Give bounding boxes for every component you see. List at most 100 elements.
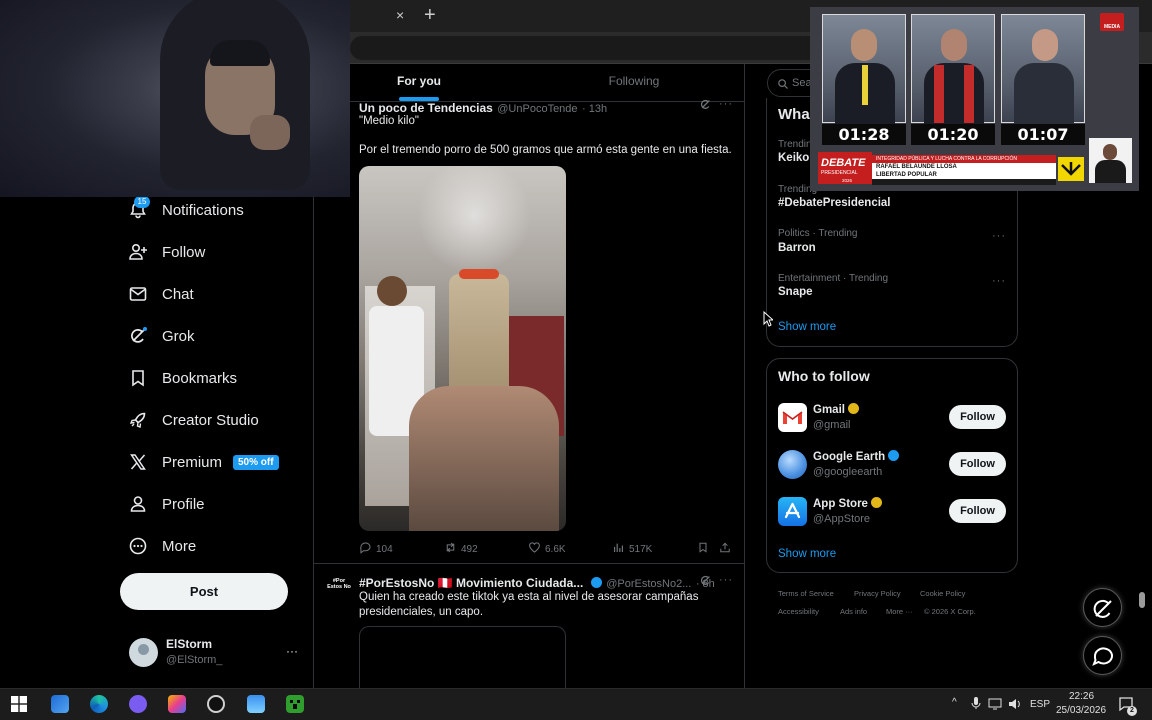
grok-icon[interactable] [699,98,712,116]
wtf-name[interactable]: Gmail [813,403,859,416]
tweet-time[interactable]: · 13h [582,103,607,115]
views-button[interactable]: 517K [612,541,652,557]
tab-for-you[interactable]: For you [360,74,478,90]
who-to-follow-show-more-link[interactable]: Show more [778,548,836,560]
nav-label: Grok [162,327,195,345]
tray-chevron-icon[interactable]: ^ [952,697,957,708]
footer-privacy-link[interactable]: Privacy Policy [854,589,901,598]
banner-topic: INTEGRIDAD PÚBLICA Y LUCHA CONTRA LA COR… [872,155,1056,163]
tweet-video[interactable] [359,166,566,531]
wtf-name[interactable]: App Store [813,497,882,510]
copilot-icon[interactable] [168,695,186,713]
nav-grok[interactable]: Grok [128,321,195,351]
footer-terms-link[interactable]: Terms of Service [778,589,834,598]
grok-icon[interactable] [699,574,712,592]
speaking-timer: 01:07 [1001,124,1085,145]
tab-following[interactable]: Following [575,74,693,90]
new-tab-button[interactable]: + [424,4,440,26]
trend-item[interactable]: Snape [778,286,813,298]
bar-chart-icon [612,541,625,557]
footer-accessibility-link[interactable]: Accessibility [778,607,819,616]
nav-more[interactable]: More [128,531,196,561]
clock-time[interactable]: 22:26 [1069,691,1094,702]
microphone-icon[interactable] [971,696,981,715]
tweet-author-name[interactable]: #PorEstosNo 🇵🇪 Movimiento Ciudada... [359,576,583,590]
avatar[interactable] [129,638,158,667]
nav-follow[interactable]: Follow [128,237,205,267]
scrollbar-thumb[interactable] [1139,592,1145,608]
premium-discount-badge: 50% off [233,455,279,470]
candidate-video [822,14,906,125]
nav-label: Creator Studio [162,411,259,429]
tweet-author-handle[interactable]: @PorEstosNo2... [606,578,691,590]
tab-close-button[interactable]: × [396,7,410,25]
trend-meta: Politics · Trending [778,228,858,239]
trend-more-icon[interactable]: ··· [992,230,1006,242]
obs-icon[interactable] [207,695,225,713]
reply-button[interactable]: 104 [359,541,393,557]
outlook-icon[interactable] [51,695,69,713]
trend-more-icon[interactable]: ··· [992,275,1006,287]
nav-label: Follow [162,243,206,261]
volume-icon[interactable] [1008,697,1022,715]
post-button[interactable]: Post [120,573,288,610]
like-button[interactable]: 6.6K [528,541,566,557]
trends-show-more-link[interactable]: Show more [778,321,836,333]
grok-icon [128,326,148,346]
account-name[interactable]: ElStorm [166,637,212,651]
clock-date[interactable]: 25/03/2026 [1056,705,1106,716]
heart-icon [528,541,541,557]
reply-icon [359,541,372,557]
address-bar[interactable] [350,36,820,60]
nav-chat[interactable]: Chat [128,279,194,309]
tweet-author-name[interactable]: Un poco de Tendencias [359,101,493,115]
repost-count: 492 [461,543,478,555]
tweet-avatar[interactable]: #Por Estos No [327,575,351,599]
nav-premium[interactable]: Premium [128,447,222,477]
trend-item[interactable]: Keiko [778,152,809,164]
repost-icon [444,541,457,557]
notification-count-badge: 2 [1127,706,1137,716]
gmail-logo-icon[interactable] [778,403,807,432]
network-icon[interactable] [988,697,1002,715]
candidate-video [1001,14,1085,125]
share-icon[interactable] [719,541,731,559]
edge-browser-icon[interactable] [90,695,108,713]
trends-title: Wha [778,106,810,123]
nav-profile[interactable]: Profile [128,489,205,519]
nav-creator-studio[interactable]: Creator Studio [128,405,259,435]
footer-cookie-link[interactable]: Cookie Policy [920,589,965,598]
trend-meta: Entertainment · Trending [778,273,889,284]
channel-label: MEDIA [1103,24,1121,30]
chat-float-button[interactable] [1083,636,1122,675]
follow-button[interactable]: Follow [949,405,1006,429]
trend-item[interactable]: Barron [778,242,816,254]
follow-button[interactable]: Follow [949,499,1006,523]
app-diamond-icon[interactable] [247,695,265,713]
minecraft-icon[interactable] [286,695,304,713]
notifications-count-badge: 15 [134,196,150,208]
keyboard-language[interactable]: ESP [1030,699,1050,710]
wtf-handle: @AppStore [813,513,871,525]
repost-button[interactable]: 492 [444,541,478,557]
nav-bookmarks[interactable]: Bookmarks [128,363,237,393]
tweet-video[interactable] [359,626,566,688]
trend-item[interactable]: #DebatePresidencial [778,197,891,209]
nav-label: More [162,537,197,555]
tweet-more-icon[interactable]: ··· [719,574,733,586]
nav-label: Premium [162,453,223,471]
app-store-logo-icon[interactable] [778,497,807,526]
reply-count: 104 [376,543,393,555]
windows-start-icon[interactable] [11,696,27,717]
discord-icon[interactable] [129,695,147,713]
tweet-author-handle[interactable]: @UnPocoTende [497,103,577,115]
grok-float-button[interactable] [1083,588,1122,627]
footer-more-link[interactable]: More ··· [886,607,913,616]
wtf-name[interactable]: Google Earth [813,450,900,463]
footer-ads-link[interactable]: Ads info [840,607,867,616]
google-earth-logo-icon[interactable] [778,450,807,479]
bookmark-icon[interactable] [697,541,709,559]
account-more-button[interactable]: ··· [286,644,298,658]
follow-button[interactable]: Follow [949,452,1006,476]
tweet-more-icon[interactable]: ··· [719,98,733,110]
